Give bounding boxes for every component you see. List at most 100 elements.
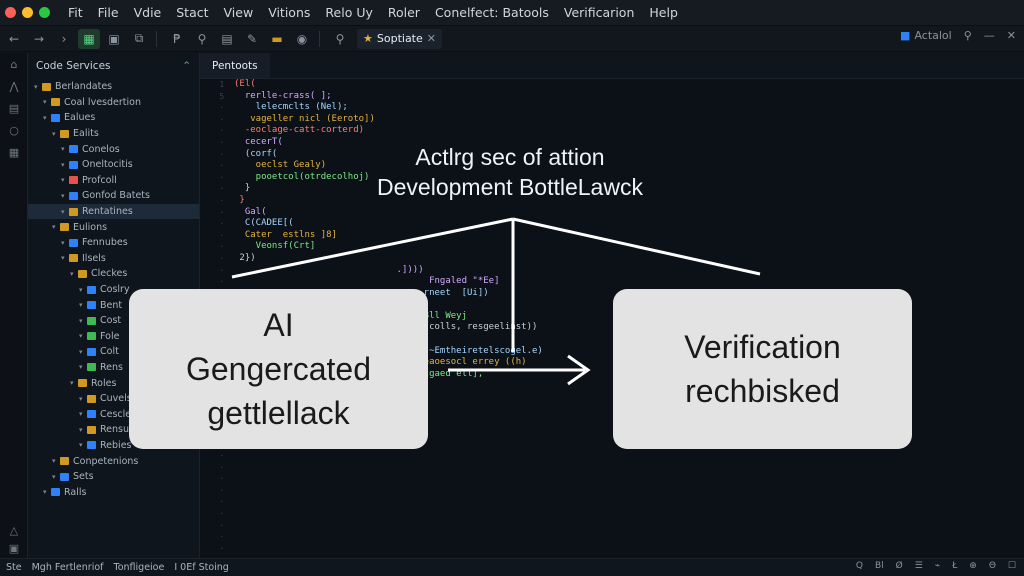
chevron-icon[interactable]: ▾ (52, 457, 60, 465)
chevron-icon[interactable]: ▾ (79, 301, 87, 309)
tree-item[interactable]: ▾ Cleckes (28, 266, 199, 282)
home-icon[interactable]: ⌂ (0, 53, 28, 75)
chevron-icon[interactable]: ▾ (79, 317, 87, 325)
gamepad-icon[interactable]: ◉ (291, 29, 313, 49)
tree-item[interactable]: ▾ Coslry (28, 282, 199, 298)
status-icon[interactable]: ⌁ (935, 561, 940, 571)
menu-verificarion[interactable]: Verificarion (564, 5, 634, 20)
menu-conelfect-batools[interactable]: Conelfect: Batools (435, 5, 549, 20)
tree-item[interactable]: ▾ Roles (28, 375, 199, 391)
chevron-icon[interactable]: ▾ (79, 363, 87, 371)
menu-file[interactable]: File (98, 5, 119, 20)
copy-icon[interactable]: ⧉ (128, 29, 150, 49)
graph-icon[interactable]: ⋀ (0, 75, 28, 97)
account-button[interactable]: ■ Actalol (900, 29, 952, 42)
tree-item[interactable]: ▾ Cuvels (28, 391, 199, 407)
chevron-icon[interactable]: ▾ (61, 192, 69, 200)
menu-relo-uy[interactable]: Relo Uy (325, 5, 372, 20)
chevron-icon[interactable]: ▾ (61, 176, 69, 184)
chevron-icon[interactable]: ▾ (79, 286, 87, 294)
status-item-1[interactable]: Mgh Fertlenriof (32, 562, 104, 573)
chevron-icon[interactable]: ▾ (79, 441, 87, 449)
branch-selector[interactable]: ★ Soptiate ✕ (357, 28, 442, 49)
tree-item[interactable]: ▾ Cesclel (28, 406, 199, 422)
menu-roler[interactable]: Roler (388, 5, 420, 20)
chevron-icon[interactable]: ▾ (70, 379, 78, 387)
chevron-icon[interactable]: ▾ (43, 98, 51, 106)
chevron-icon[interactable]: ▾ (61, 239, 69, 247)
source-control-icon[interactable]: ○ (0, 119, 28, 141)
chevron-icon[interactable]: ▾ (79, 395, 87, 403)
code-area[interactable]: 1 5 · · · · · · · · · · · · · · · · · · · · · · · · · · · · · · · · · · · · · ·… (200, 79, 1024, 558)
folder-icon[interactable]: ▬ (266, 29, 288, 49)
tree-item[interactable]: ▾ Berlandates (28, 79, 199, 95)
forward-arrow-icon[interactable]: → (28, 29, 50, 49)
chevron-icon[interactable]: ▾ (79, 348, 87, 356)
tree-item[interactable]: ▾ Oneltocitis (28, 157, 199, 173)
tree-item[interactable]: ▾ Conpetenions (28, 453, 199, 469)
minimize-window-button[interactable] (22, 7, 33, 18)
status-icon[interactable]: ☐ (1008, 561, 1016, 571)
tree-item[interactable]: ▾ Conelos (28, 141, 199, 157)
close-icon[interactable]: ✕ (1007, 29, 1016, 42)
menu-vdie[interactable]: Vdie (134, 5, 162, 20)
status-icon[interactable]: Ø (896, 561, 903, 571)
tree-item[interactable]: ▾ Rentatines (28, 203, 199, 220)
pin-icon[interactable]: ₱ (166, 29, 188, 49)
tree-item[interactable]: ▾ Rens (28, 360, 199, 376)
chevron-icon[interactable]: ▾ (34, 83, 42, 91)
tree-item[interactable]: ▾ Fole (28, 329, 199, 345)
terminal-icon[interactable]: ▤ (216, 29, 238, 49)
chevron-icon[interactable]: ▾ (79, 332, 87, 340)
tree-item[interactable]: ▾ Ralls (28, 484, 199, 500)
chevron-right-icon[interactable]: › (53, 29, 75, 49)
chevron-icon[interactable]: ▾ (61, 161, 69, 169)
tab-pentoots[interactable]: Pentoots (200, 53, 270, 78)
chevron-icon[interactable]: ▾ (61, 254, 69, 262)
minus-icon[interactable]: — (984, 29, 995, 42)
collapse-icon[interactable]: ⌃ (182, 60, 191, 72)
status-item-3[interactable]: I 0Ef Stoing (174, 562, 229, 573)
chevron-icon[interactable]: ▾ (79, 426, 87, 434)
status-icon[interactable]: Q (856, 561, 863, 571)
search-icon[interactable]: ⚲ (329, 29, 351, 49)
status-icon[interactable]: ☰ (915, 561, 923, 571)
status-icon[interactable]: ⊕ (969, 561, 977, 571)
chevron-icon[interactable]: ▾ (52, 223, 60, 231)
chevron-icon[interactable]: ▾ (61, 145, 69, 153)
menu-stact[interactable]: Stact (176, 5, 208, 20)
tree-item[interactable]: ▾ Rebies (28, 438, 199, 454)
tree-item[interactable]: ▾ Ealues (28, 110, 199, 126)
back-arrow-icon[interactable]: ← (3, 29, 25, 49)
status-item-2[interactable]: Tonfligeioe (114, 562, 165, 573)
status-icon[interactable]: Ł (952, 561, 957, 571)
settings-icon[interactable]: ▣ (0, 537, 28, 559)
chevron-icon[interactable]: ▾ (43, 114, 51, 122)
tree-item[interactable]: ▾ Profcoll (28, 173, 199, 189)
tree-item[interactable]: ▾ Ilsels (28, 251, 199, 267)
close-icon[interactable]: ✕ (427, 32, 436, 45)
zoom-window-button[interactable] (39, 7, 50, 18)
tree-item[interactable]: ▾ Fennubes (28, 235, 199, 251)
tree-item[interactable]: ▾ Coal lvesdertion (28, 95, 199, 111)
menu-vitions[interactable]: Vitions (268, 5, 310, 20)
chevron-icon[interactable]: ▾ (61, 208, 69, 216)
status-icon[interactable]: Bl (875, 561, 884, 571)
search-icon[interactable]: ⚲ (964, 29, 972, 42)
menu-help[interactable]: Help (649, 5, 678, 20)
status-branch[interactable]: Ste (6, 562, 22, 573)
chevron-icon[interactable]: ▾ (52, 130, 60, 138)
tree-item[interactable]: ▾ Gonfod Batets (28, 188, 199, 204)
chevron-icon[interactable]: ▾ (43, 488, 51, 496)
chevron-icon[interactable]: ▾ (70, 270, 78, 278)
close-window-button[interactable] (5, 7, 16, 18)
tree-item[interactable]: ▾ Rensuol (28, 422, 199, 438)
tree-item[interactable]: ▾ Colt (28, 344, 199, 360)
tree-item[interactable]: ▾ Sets (28, 469, 199, 485)
search-replace-icon[interactable]: ⚲ (191, 29, 213, 49)
code-text[interactable]: (El( rerlle-crass( ]; lelecmclts (Nel); … (234, 79, 543, 380)
tree-item[interactable]: ▾ Ealits (28, 126, 199, 142)
status-icon[interactable]: Θ (989, 561, 996, 571)
explorer-icon[interactable]: ▤ (0, 97, 28, 119)
menu-view[interactable]: View (224, 5, 254, 20)
